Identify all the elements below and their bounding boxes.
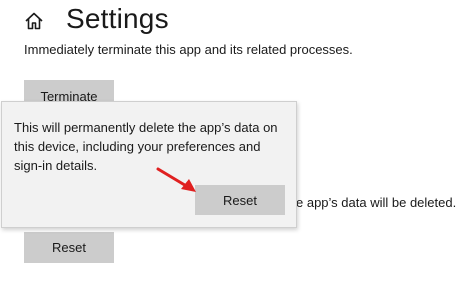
reset-confirmation-flyout: This will permanently delete the app’s d… bbox=[1, 101, 297, 228]
page-title: Settings bbox=[66, 3, 169, 34]
reset-description: e app’s data will be deleted. bbox=[296, 195, 457, 210]
confirm-reset-button[interactable]: Reset bbox=[195, 185, 285, 215]
terminate-description: Immediately terminate this app and its r… bbox=[24, 42, 353, 57]
reset-button[interactable]: Reset bbox=[24, 232, 114, 263]
page-header bbox=[24, 4, 44, 38]
flyout-message: This will permanently delete the app’s d… bbox=[14, 120, 278, 173]
home-icon[interactable] bbox=[24, 11, 44, 31]
